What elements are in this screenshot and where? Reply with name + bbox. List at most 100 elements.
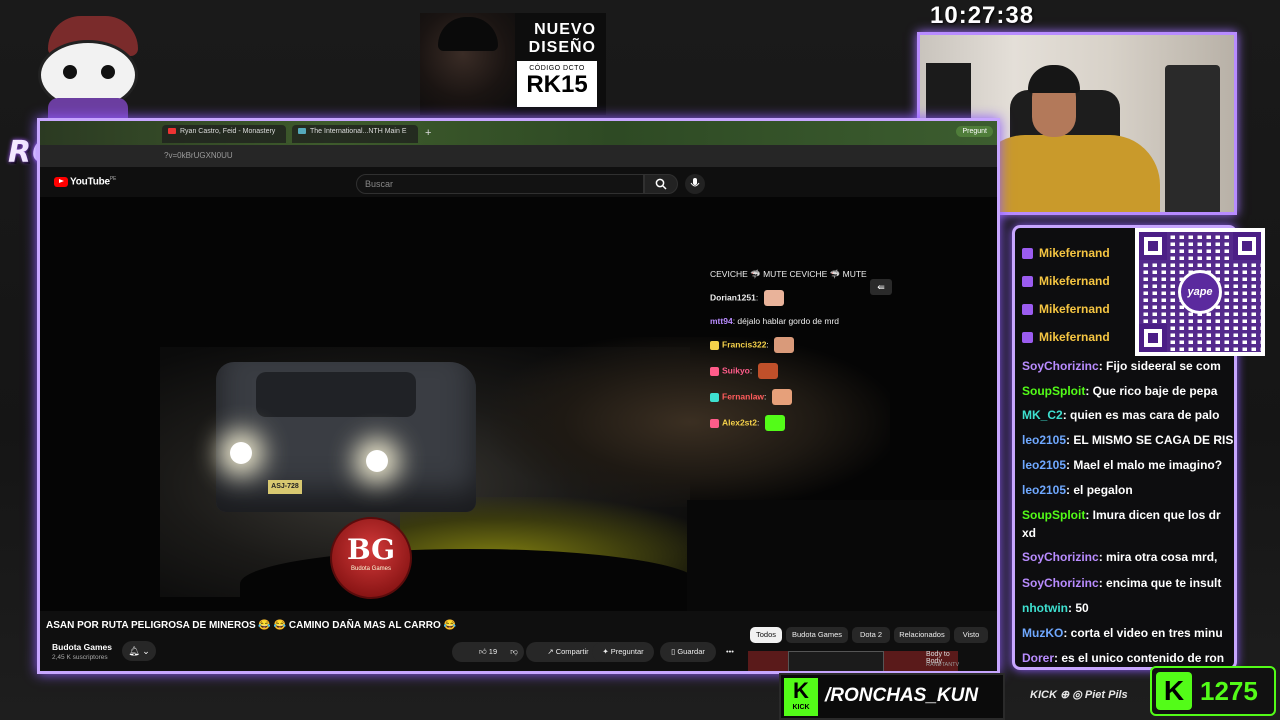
badge-icon (1022, 304, 1033, 316)
youtube-play-icon (54, 176, 68, 187)
badge-icon (1022, 276, 1033, 288)
chat-message: Mikefernand (1022, 330, 1110, 344)
new-tab-button[interactable]: + (425, 127, 431, 139)
mic-icon (690, 178, 700, 187)
video-chat-message: Suikyo: (710, 363, 910, 379)
badge-icon (710, 366, 719, 376)
badge-icon (710, 392, 719, 402)
filter-chip-watched[interactable]: Visto (954, 627, 988, 643)
dislike-button[interactable]: 👎︎ (504, 642, 524, 662)
emote-icon (763, 290, 784, 306)
chat-message: SoyChorizinc: mira otra cosa mrd, (1022, 550, 1218, 564)
sponsor-ad: NUEVO DISEÑO CÓDIGO DCTO RK15 (420, 13, 606, 115)
thumbs-down-icon: 👎︎ (510, 647, 518, 656)
ad-code: RK15 (526, 71, 588, 98)
save-button[interactable]: ▯ Guardar (660, 642, 716, 662)
search-input[interactable]: Buscar (356, 174, 644, 194)
ad-title: NUEVO DISEÑO (528, 21, 596, 56)
chat-message: MK_C2: quien es mas cara de palo (1022, 408, 1220, 422)
chat-message: Mikefernand (1022, 246, 1110, 260)
voice-search-button[interactable] (685, 174, 705, 194)
car-hood (240, 549, 700, 611)
browser-tab[interactable]: The International...NTH Main E (292, 125, 418, 143)
chat-message: leo2105: el pegalon (1022, 483, 1133, 497)
logo-eye (63, 65, 77, 79)
chat-message: SoyChorizinc: encima que te insult (1022, 576, 1222, 590)
filter-chip-all[interactable]: Todos (750, 627, 782, 643)
kick-icon: K KICK (784, 678, 818, 716)
video-chat-message: Francis322: (710, 337, 910, 353)
chat-message: leo2105: Mael el malo me imagino? (1022, 458, 1223, 472)
badge-icon (1022, 248, 1033, 260)
follower-count: 1275 (1200, 676, 1258, 706)
chat-message: xd (1022, 526, 1037, 540)
thumbs-up-icon: 👍︎ (478, 647, 489, 656)
search-button[interactable] (644, 174, 678, 194)
badge-icon (1022, 332, 1033, 344)
ask-ai-button[interactable]: ✦ Preguntar (592, 642, 654, 662)
budota-games-watermark: BG Budota Games (330, 517, 412, 599)
emote-icon (764, 415, 785, 431)
logo-eye (101, 65, 115, 79)
video-truck: ASJ-728 (216, 362, 476, 512)
chat-message: Mikefernand (1022, 274, 1110, 288)
chat-message: nhotwin: 50 (1022, 601, 1089, 615)
sparkle-icon: ✦ (602, 647, 611, 656)
browser-tab[interactable]: Ryan Castro, Feid - Monastery (162, 125, 286, 143)
stream-overlay: RONCHAS NUEVODISEÑO CÓDIGO DCTO RK15 10:… (0, 0, 1280, 720)
channel-info[interactable]: Budota Games 2,45 K suscriptores (52, 642, 112, 661)
url-text: ?v=0kBrUGXN0UU (164, 151, 233, 160)
license-plate: ASJ-728 (268, 480, 302, 494)
video-title: ASAN POR RUTA PELIGROSA DE MINEROS 😂 😂 C… (46, 620, 456, 631)
ad-model-image (420, 13, 515, 115)
youtube-logo[interactable]: YouTubePE (54, 176, 116, 187)
ask-button[interactable]: Pregunt (956, 126, 993, 137)
notification-bell-button[interactable]: 🔔︎ ⌄ (122, 641, 156, 661)
ad-code-box: CÓDIGO DCTO RK15 (517, 61, 597, 107)
related-thumbnail (788, 651, 884, 671)
tab-bar: Ryan Castro, Feid - Monastery The Intern… (40, 121, 997, 145)
site-icon (298, 128, 306, 135)
more-actions-button[interactable]: ••• (720, 642, 740, 662)
emote-icon (771, 389, 792, 405)
badge-icon (710, 340, 719, 350)
address-bar[interactable]: ?v=0kBrUGXN0UU (40, 145, 997, 167)
chat-message: SoyChorizinc: Fijo sideeral se com (1022, 359, 1221, 373)
youtube-icon (168, 128, 176, 135)
related-channel: RANDTANTV (926, 662, 960, 668)
bell-icon: 🔔︎ ⌄ (128, 646, 150, 656)
search-icon (655, 178, 667, 190)
chat-message: Dorer: es el unico contenido de ron (1022, 651, 1225, 665)
chat-message: SoupSploit: Imura dicen que los dr (1022, 508, 1221, 522)
browser-window: Ryan Castro, Feid - Monastery The Intern… (37, 118, 1000, 674)
share-icon: ↗ (547, 647, 556, 656)
follower-counter: K 1275 (1150, 666, 1276, 716)
video-black-area (687, 500, 997, 611)
kick-handle-bar: K KICK /RONCHAS_KUN (779, 673, 1005, 720)
video-chat-message: Fernanlaw: (710, 389, 910, 405)
filter-chip-related[interactable]: Relacionados (894, 627, 950, 643)
kick-handle: /RONCHAS_KUN (825, 685, 979, 706)
stream-clock: 10:27:38 (930, 2, 1035, 29)
channel-name[interactable]: Budota Games (52, 642, 112, 652)
filter-chip-channel[interactable]: Budota Games (786, 627, 848, 643)
related-video-item[interactable]: Body to Body RANDTANTV (748, 651, 960, 671)
yape-qr-code: yape (1135, 228, 1265, 356)
social-links: KICK ⊕ ◎ Piet Pils (1030, 689, 1128, 701)
kick-icon: K (1156, 672, 1192, 710)
chat-message: leo2105: EL MISMO SE CAGA DE RIS (1022, 433, 1234, 447)
emote-icon (774, 337, 795, 353)
emote-icon (757, 363, 778, 379)
chat-message: MuzKO: corta el video en tres minu (1022, 626, 1223, 640)
youtube-header: YouTubePE Buscar (40, 167, 997, 197)
chat-message: Mikefernand (1022, 302, 1110, 316)
hide-chat-button[interactable]: ⇚ (870, 279, 892, 295)
video-chat-message: mtt94: déjalo hablar gordo de mrd (710, 316, 840, 326)
chat-message: SoupSploit: Que rico baje de pepa (1022, 384, 1218, 398)
video-player[interactable]: ASJ-728 BG Budota Games CEVICHE 🦈 MUTE C… (40, 197, 997, 611)
subscriber-count: 2,45 K suscriptores (52, 654, 108, 661)
filter-chip-dota2[interactable]: Dota 2 (852, 627, 890, 643)
badge-icon (710, 418, 719, 428)
video-chat-message: Alex2st2: (710, 415, 910, 431)
yape-logo: yape (1178, 270, 1222, 314)
